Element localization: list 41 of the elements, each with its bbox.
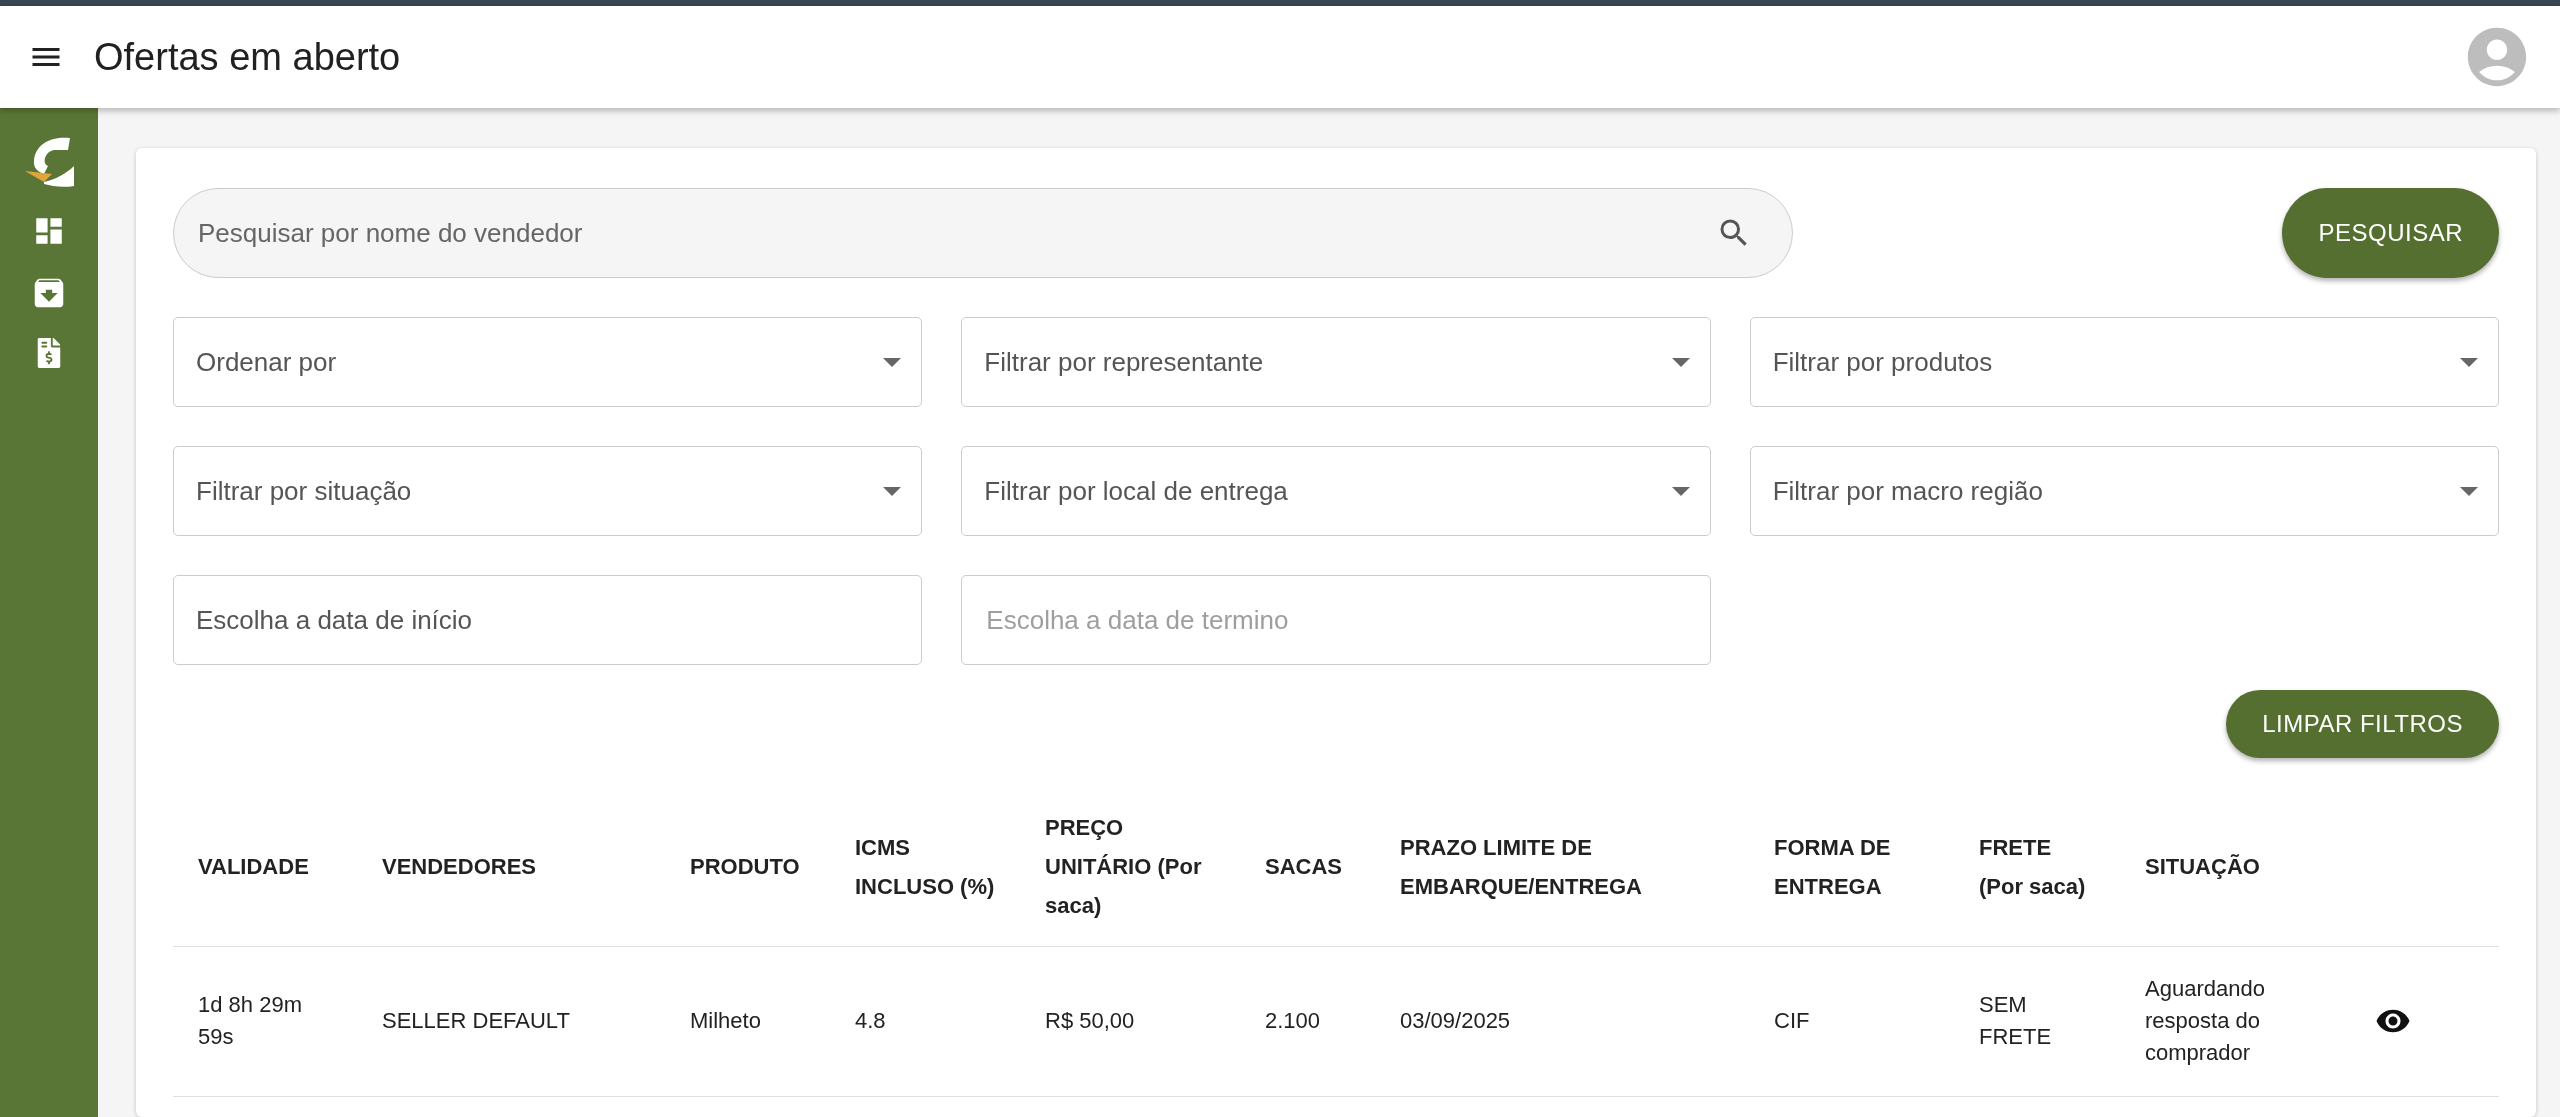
select-field[interactable]: Filtrar por situação <box>173 446 923 536</box>
column-header: VENDEDORES <box>357 788 665 946</box>
column-header: PREÇO UNITÁRIO (Por saca) <box>1020 788 1240 946</box>
page-title: Ofertas em aberto <box>94 35 402 79</box>
dropdown-caret-icon <box>1671 486 1690 496</box>
column-header: VALIDADE <box>173 788 357 946</box>
table-cell: SEM FRETE <box>1954 946 2120 1096</box>
dropdown-caret-icon <box>2460 357 2478 367</box>
date-field[interactable]: Escolha a data de termino <box>961 575 1711 665</box>
date-input[interactable]: Escolha a data de termino <box>984 603 1690 637</box>
dropdown-caret-icon <box>1671 357 1690 367</box>
table-cell: 4.8 <box>830 946 1020 1096</box>
dropdown-caret-icon <box>883 357 902 367</box>
column-header: SACAS <box>1240 788 1375 946</box>
select-field[interactable]: Filtrar por representante <box>961 317 1711 407</box>
search-button[interactable]: PESQUISAR <box>2282 188 2499 278</box>
column-header: FRETE (Por saca) <box>1954 788 2120 946</box>
column-header: FORMA DE ENTREGA <box>1749 788 1954 946</box>
dropdown-caret-icon <box>883 486 902 496</box>
table-cell: 2.100 <box>1240 946 1375 1096</box>
table-cell: Aguardando resposta do comprador <box>2120 946 2350 1096</box>
select-field[interactable]: Ordenar por <box>173 317 923 407</box>
search-field[interactable]: Pesquisar por nome do vendedor <box>173 188 1793 278</box>
dropdown-caret-icon <box>2460 486 2478 496</box>
column-header: ICMS INCLUSO (%) <box>830 788 1020 946</box>
select-field[interactable]: Filtrar por macro região <box>1749 446 2499 536</box>
column-header: PRODUTO <box>665 788 830 946</box>
select-field[interactable]: Filtrar por produtos <box>1749 317 2499 407</box>
table-cell: SELLER DEFAULT <box>357 946 665 1096</box>
column-header: PRAZO LIMITE DE EMBARQUE/ENTREGA <box>1375 788 1749 946</box>
select-field[interactable]: Filtrar por local de entrega <box>961 446 1711 536</box>
search-input[interactable]: Pesquisar por nome do vendedor <box>196 216 1716 250</box>
table-cell: Milheto <box>665 946 830 1096</box>
table-cell: CIF <box>1749 946 1954 1096</box>
date-field[interactable]: Escolha a data de início <box>173 575 923 665</box>
clear-filters-button[interactable]: LIMPAR FILTROS <box>2226 690 2499 758</box>
column-header: SITUAÇÃO <box>2120 788 2350 946</box>
table-cell: 1d 8h 29m 59s <box>173 946 357 1096</box>
table-cell: R$ 50,00 <box>1020 946 1240 1096</box>
logo-icon <box>24 136 74 188</box>
table-cell: 03/09/2025 <box>1375 946 1749 1096</box>
